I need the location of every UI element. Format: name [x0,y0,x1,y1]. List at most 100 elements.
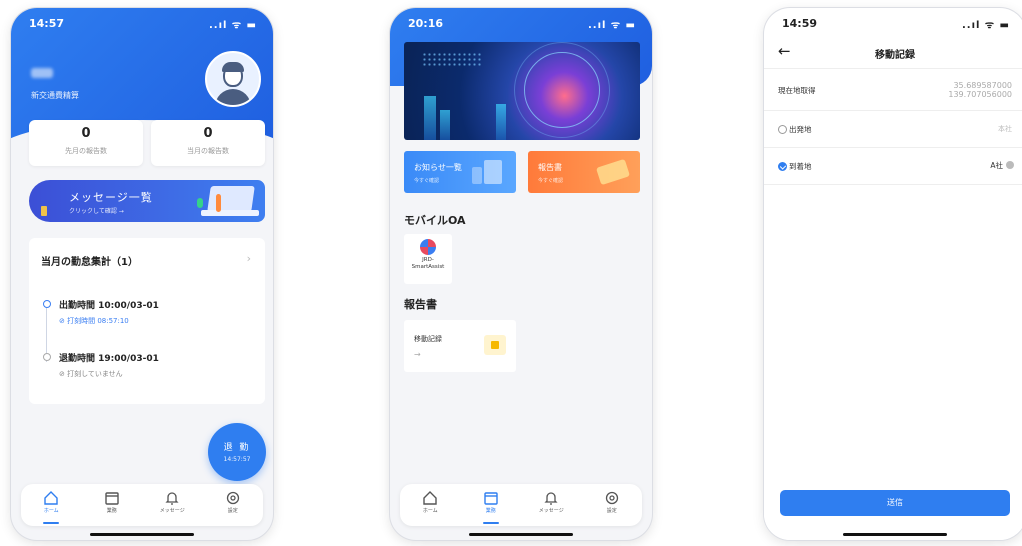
gear-icon [226,491,239,505]
notice-list-card[interactable]: お知らせ一覧 今すぐ確認 [404,151,516,193]
travel-record-screen: 14:59 ..ıl ᯤ ▬ ← 移動記録 現在地取得 35.689587000… [764,8,1022,540]
tab-home[interactable]: ホーム [21,484,82,526]
app-jrd-smartassist[interactable]: JRD- SmartAssist [404,234,452,284]
app-name-line2: SmartAssist [411,264,445,270]
nav-bar: ← 移動記録 [764,38,1022,69]
clock-out-time: 退勤時間 19:00/03-01 [59,354,159,364]
destination-label: 到着地 [789,162,812,171]
tab-work[interactable]: 業務 [461,484,522,526]
destination-option[interactable]: 到着地 [778,161,812,172]
tab-messages[interactable]: メッセージ [142,484,203,526]
status-signal-icons: ..ıl ᯤ ▬ [209,20,257,31]
status-time: 20:16 [408,17,444,30]
status-time: 14:59 [782,17,818,30]
user-subtitle: 新交通費精算 [31,91,79,100]
hero-building [440,110,450,140]
stat-this-month[interactable]: 0 当月の報告数 [151,120,265,166]
status-signal-icons: ..ıl ᯤ ▬ [962,20,1010,31]
tab-label: ホーム [422,508,438,514]
app-name-line1: JRD- [422,257,434,263]
hero-banner-image[interactable] [404,42,640,140]
home-indicator [843,533,947,536]
hero-ring [524,52,600,128]
send-button[interactable]: 送信 [780,490,1010,516]
clock-out-time-label: 14:57:57 [223,456,251,463]
work-screen: 20:16 ..ıl ᯤ ▬ お知らせ一覧 今すぐ確認 報告書 今すぐ確認 モバ… [390,8,652,540]
tab-bar: ホーム 業務 メッセージ 設定 [400,484,642,526]
origin-row[interactable]: 出発地 本社 [764,111,1022,148]
chevron-right-icon[interactable]: › [247,252,251,265]
radio-checked-icon[interactable] [778,162,787,171]
tab-settings[interactable]: 設定 [203,484,264,526]
travel-record-card[interactable]: 移動記録 → [404,320,516,372]
tab-active-indicator [482,522,499,524]
banner-subtitle: クリックして確認 → [69,208,124,215]
destination-row[interactable]: 到着地 A社 [764,148,1022,185]
hero-building [496,104,506,140]
attendance-title: 当月の勤怠集計（1） [41,257,138,268]
avatar-body [215,89,251,105]
banner-title: メッセージ一覧 [69,191,153,204]
avatar[interactable] [205,51,261,107]
attendance-summary-card[interactable]: 当月の勤怠集計（1） › 出勤時間 10:00/03-01 ⊘ 打刻時間 08:… [29,238,265,404]
current-location-row[interactable]: 現在地取得 35.689587000 139.707056000 [764,70,1022,111]
avatar-hair [222,62,244,72]
empty-content-area [764,190,1022,540]
tab-messages[interactable]: メッセージ [521,484,582,526]
arrow-right-icon: → [414,350,421,359]
settings-dot-icon [1006,161,1014,169]
banner-decoration [41,206,47,216]
laptop-illustration [207,186,255,212]
origin-option[interactable]: 出発地 [778,124,812,135]
hero-building [424,96,436,140]
card-title: 移動記録 [414,335,442,343]
document-stack-illustration [595,158,631,186]
tab-active-indicator [43,522,60,524]
current-location-label: 現在地取得 [778,86,816,95]
building-illustration [472,167,482,184]
tab-label: メッセージ [159,508,185,514]
tab-home[interactable]: ホーム [400,484,461,526]
calendar-icon [105,492,119,505]
home-indicator [469,533,573,536]
coordinates: 35.689587000 139.707056000 [948,81,1012,99]
tab-settings[interactable]: 設定 [582,484,643,526]
tab-label: 設定 [606,508,617,514]
page-title: 移動記録 [875,50,915,61]
card-title: お知らせ一覧 [414,163,462,172]
card-subtitle: 今すぐ確認 [538,178,564,184]
home-screen: 14:57 ..ıl ᯤ ▬ 新交通費精算 0 先月の報告数 0 当月の報告数 … [11,8,273,540]
bell-icon [544,492,558,505]
clock-in-stamp: ⊘ 打刻時間 08:57:10 [59,317,129,325]
status-signal-icons: ..ıl ᯤ ▬ [588,20,636,31]
bell-icon [165,492,179,505]
laptop-base-illustration [201,210,259,216]
tab-work[interactable]: 業務 [82,484,143,526]
stat-last-month[interactable]: 0 先月の報告数 [29,120,143,166]
clock-out-button[interactable]: 退 勤 14:57:57 [208,423,266,481]
user-name-blurred [31,68,53,78]
stat-label: 当月の報告数 [187,147,229,155]
gear-icon [605,491,618,505]
report-card[interactable]: 報告書 今すぐ確認 [528,151,640,193]
tab-label: メッセージ [538,508,564,514]
building-icon [484,335,506,355]
stat-value: 0 [203,126,213,141]
calendar-icon [484,492,498,505]
building-illustration [484,160,502,184]
destination-value[interactable]: A社 [990,160,1014,171]
clock-out-stamp-text: 打刻していません [67,370,123,378]
radio-unchecked-icon[interactable] [778,125,787,134]
tab-label: 業務 [106,508,117,514]
stat-label: 先月の報告数 [65,147,107,155]
home-indicator [90,533,194,536]
longitude: 139.707056000 [948,90,1012,99]
message-list-banner[interactable]: メッセージ一覧 クリックして確認 → [29,180,265,222]
tab-label: 設定 [227,508,238,514]
person-illustration [216,194,221,212]
status-bar: 14:59 ..ıl ᯤ ▬ [764,8,1022,38]
card-subtitle: 今すぐ確認 [414,178,440,184]
destination-value-text: A社 [990,161,1003,170]
home-icon [423,491,437,505]
stat-value: 0 [81,126,91,141]
